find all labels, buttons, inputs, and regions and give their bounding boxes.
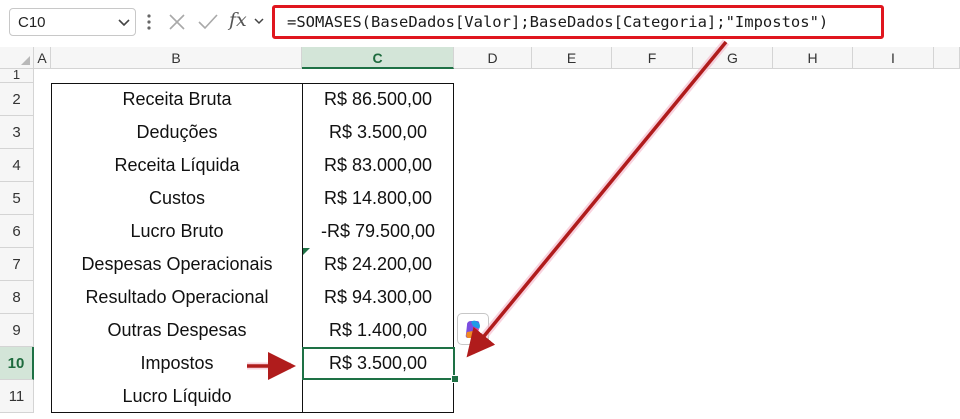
pointer-arrow bbox=[467, 39, 730, 355]
cell-label[interactable]: Receita Líquida bbox=[52, 149, 302, 182]
formula-input[interactable]: =SOMASES(BaseDados[Valor];BaseDados[Cate… bbox=[272, 5, 884, 39]
formula-text: =SOMASES(BaseDados[Valor];BaseDados[Cate… bbox=[287, 13, 829, 31]
column-header-i[interactable]: I bbox=[853, 47, 934, 69]
cell-label[interactable]: Outras Despesas bbox=[52, 314, 302, 347]
cell-label[interactable]: Despesas Operacionais bbox=[52, 248, 302, 281]
cell-label[interactable]: Lucro Líquido bbox=[52, 380, 302, 413]
column-header-f[interactable]: F bbox=[612, 47, 693, 69]
column-header-d[interactable]: D bbox=[454, 47, 532, 69]
cell-value[interactable]: R$ 24.200,00 bbox=[303, 248, 453, 281]
more-options-icon[interactable] bbox=[147, 12, 151, 32]
pointer-arrow bbox=[466, 40, 728, 358]
enter-check-icon[interactable] bbox=[198, 13, 218, 31]
row-header-8[interactable]: 8 bbox=[0, 281, 34, 314]
cell-value[interactable]: R$ 1.400,00 bbox=[303, 314, 453, 347]
row-header-6[interactable]: 6 bbox=[0, 215, 34, 248]
row-header-1[interactable]: 1 bbox=[0, 68, 34, 83]
insert-function-button[interactable]: fx bbox=[229, 9, 247, 31]
cell-label[interactable]: Deduções bbox=[52, 116, 302, 149]
name-box[interactable]: C10 bbox=[9, 8, 136, 36]
cell-value[interactable]: R$ 83.000,00 bbox=[303, 149, 453, 182]
row-header-9[interactable]: 9 bbox=[0, 314, 34, 347]
row-header-10[interactable]: 10 bbox=[0, 347, 34, 380]
cell-value[interactable] bbox=[303, 380, 453, 413]
name-box-value: C10 bbox=[18, 14, 46, 31]
cell-value[interactable]: R$ 94.300,00 bbox=[303, 281, 453, 314]
row-header-7[interactable]: 7 bbox=[0, 248, 34, 281]
cell-label[interactable]: Impostos bbox=[52, 347, 302, 380]
fill-handle[interactable] bbox=[451, 375, 459, 383]
copilot-icon bbox=[465, 320, 480, 338]
cell-label[interactable]: Custos bbox=[52, 182, 302, 215]
column-header-e[interactable]: E bbox=[532, 47, 612, 69]
row-header-11[interactable]: 11 bbox=[0, 380, 34, 413]
cell-label[interactable]: Receita Bruta bbox=[52, 83, 302, 116]
row-header-3[interactable]: 3 bbox=[0, 116, 34, 149]
select-all-corner[interactable] bbox=[0, 47, 34, 69]
copilot-button[interactable] bbox=[457, 313, 489, 345]
cell-value[interactable]: R$ 14.800,00 bbox=[303, 182, 453, 215]
chevron-down-icon[interactable] bbox=[117, 15, 131, 29]
chevron-down-icon[interactable] bbox=[253, 15, 265, 27]
cell-label[interactable]: Lucro Bruto bbox=[52, 215, 302, 248]
cell-value[interactable]: -R$ 79.500,00 bbox=[303, 215, 453, 248]
column-header-h[interactable]: H bbox=[773, 47, 853, 69]
column-header-a[interactable]: A bbox=[34, 47, 51, 69]
column-header-g[interactable]: G bbox=[693, 47, 773, 69]
row-header-4[interactable]: 4 bbox=[0, 149, 34, 182]
column-header-b[interactable]: B bbox=[51, 47, 302, 69]
row-header-5[interactable]: 5 bbox=[0, 182, 34, 215]
cancel-icon[interactable] bbox=[168, 13, 186, 31]
cell-value[interactable]: R$ 86.500,00 bbox=[303, 83, 453, 116]
active-cell-selection[interactable] bbox=[302, 347, 455, 380]
row-header-2[interactable]: 2 bbox=[0, 83, 34, 116]
column-header-filler bbox=[934, 47, 960, 69]
formula-bar: C10 fx =SOMASES(BaseDados[Valor];BaseDad… bbox=[0, 0, 960, 44]
error-indicator-icon[interactable] bbox=[303, 248, 310, 255]
cell-value[interactable]: R$ 3.500,00 bbox=[303, 116, 453, 149]
column-header-c[interactable]: C bbox=[302, 47, 454, 69]
cell-label[interactable]: Resultado Operacional bbox=[52, 281, 302, 314]
